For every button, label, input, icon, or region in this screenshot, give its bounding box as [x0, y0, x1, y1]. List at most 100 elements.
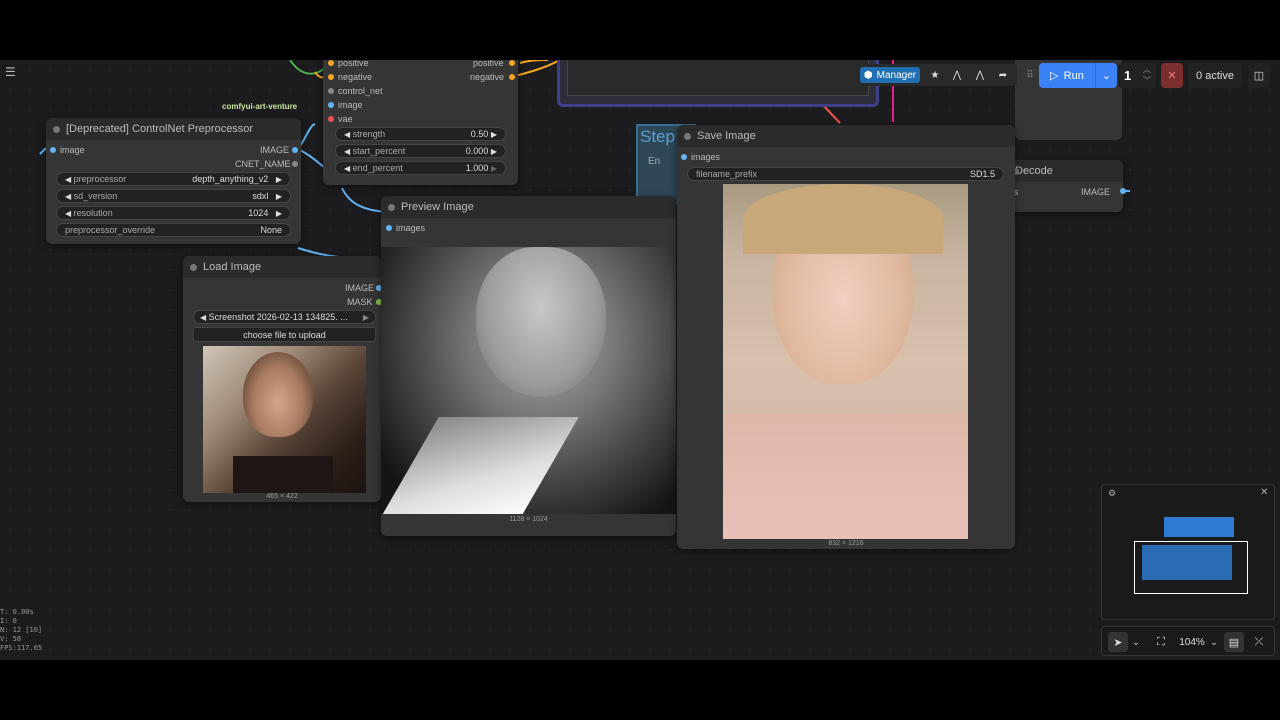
minimap-close-icon[interactable]: ✕ [1260, 487, 1268, 498]
preprocessor-title[interactable]: [Deprecated] ControlNet Preprocessor [46, 118, 301, 140]
decode-title: Decode [1005, 160, 1123, 182]
input-label-control-net: control_net [338, 86, 383, 96]
manager-button[interactable]: ⬢ Manager [860, 67, 920, 83]
input-label-image: image [60, 145, 85, 155]
cancel-run-close-icon[interactable]: ✕ [1161, 63, 1183, 88]
input-label-vae: vae [338, 114, 353, 124]
output-label-negative: negative [470, 72, 505, 82]
decrement-icon[interactable]: ◀ [344, 164, 350, 173]
prev-icon[interactable]: ◀ [65, 175, 71, 184]
apply-controlnet-node[interactable]: positive negative control_net image vae … [323, 60, 518, 185]
chevron-up-icon[interactable]: ︿ [1143, 64, 1151, 75]
next-icon[interactable]: ▶ [363, 313, 369, 322]
node-canvas[interactable]: Step En Decode s IMAGE positive negative… [0, 60, 1280, 660]
load-image-node[interactable]: Load Image IMAGE MASK ◀ Screenshot 2026-… [183, 256, 382, 502]
fit-view-icon[interactable]: ⛶ [1152, 632, 1170, 652]
decrement-icon[interactable]: ◀ [344, 147, 350, 156]
depth-head-shape [476, 247, 606, 397]
chevron-down-icon[interactable]: ﹀ [1143, 75, 1151, 86]
output-socket-cnet-name[interactable] [292, 161, 298, 167]
preview-image-title-text: Preview Image [401, 201, 474, 213]
preview-dimensions: 1128 × 1024 [509, 516, 548, 523]
start-percent-widget[interactable]: ◀ start_percent 0.000 ▶ [335, 144, 506, 158]
puzzle-icon: ⬢ [863, 69, 873, 81]
input-label-image: image [338, 100, 363, 110]
load-image-title[interactable]: Load Image [183, 256, 381, 278]
model-icon[interactable]: ⋀ [949, 67, 965, 83]
start-percent-value: 0.000 [465, 146, 489, 156]
hide-links-icon[interactable]: ⤫ [1250, 632, 1268, 652]
portrait-body-shape [233, 456, 333, 493]
preview-image-title[interactable]: Preview Image [381, 196, 676, 218]
queue-count-value: 1 [1124, 68, 1132, 83]
zoom-level[interactable]: 104% [1172, 632, 1212, 652]
save-image-title[interactable]: Save Image [677, 125, 1015, 147]
input-socket-positive[interactable] [328, 60, 334, 66]
preview-image-node[interactable]: Preview Image images 1128 × 1024 [381, 196, 676, 536]
next-icon[interactable]: ▶ [276, 209, 282, 218]
save-dimensions: 832 × 1216 [828, 540, 864, 547]
star-icon[interactable]: ★ [927, 67, 943, 83]
decrement-icon[interactable]: ◀ [344, 130, 350, 139]
minimap-viewport[interactable] [1134, 541, 1248, 594]
prev-icon[interactable]: ◀ [200, 313, 206, 322]
active-queue-button[interactable]: 0 active [1188, 63, 1242, 88]
run-button[interactable]: ▷ Run [1039, 63, 1095, 88]
input-socket-vae[interactable] [328, 116, 334, 122]
input-socket-image[interactable] [328, 102, 334, 108]
menu-icon[interactable]: ☰ [5, 65, 16, 79]
next-icon[interactable]: ▶ [276, 192, 282, 201]
decode-output-label: IMAGE [1081, 187, 1111, 197]
save-image-node[interactable]: Save Image images filename_prefix SD1.5 8… [677, 125, 1015, 549]
next-icon[interactable]: ▶ [276, 175, 282, 184]
drag-handle-icon[interactable]: ⠿ [1024, 66, 1036, 84]
image-dimensions: 465 × 422 [266, 493, 298, 500]
filename-prefix-widget[interactable]: filename_prefix SD1.5 [687, 167, 1004, 181]
strength-widget[interactable]: ◀ strength 0.50 ▶ [335, 127, 506, 141]
queue-count-stepper[interactable]: 1 ︿ ﹀ [1118, 63, 1156, 88]
override-label: preprocessor_override [65, 225, 156, 235]
toggle-panel-icon[interactable]: ◫ [1248, 63, 1270, 88]
decode-title-text: Decode [1015, 165, 1053, 177]
input-socket-images[interactable] [386, 225, 392, 231]
share-icon[interactable]: ➦ [995, 67, 1011, 83]
minimap-panel[interactable]: ⚙ ✕ [1101, 484, 1275, 620]
input-socket-image[interactable] [50, 147, 56, 153]
nodes-icon[interactable]: ⋀ [972, 67, 988, 83]
increment-icon[interactable]: ▶ [491, 164, 497, 173]
minimap-node [1164, 517, 1234, 537]
canvas-controls-bar: ➤ ⌄ ⛶ 104% ⌄ ▤ ⤫ [1101, 626, 1275, 656]
decode-output-socket[interactable] [1120, 188, 1126, 194]
loaded-image-preview [203, 346, 366, 493]
prev-icon[interactable]: ◀ [65, 209, 71, 218]
minimap-toggle-icon[interactable]: ▤ [1224, 632, 1244, 652]
run-dropdown-chevron-down-icon[interactable]: ⌄ [1095, 63, 1117, 88]
increment-icon[interactable]: ▶ [491, 147, 497, 156]
image-file-selector[interactable]: ◀ Screenshot 2026-02-13 134825. ... ▶ [193, 310, 376, 324]
output-socket-positive[interactable] [509, 60, 515, 66]
resolution-value: 1024 [248, 208, 269, 218]
minimap-settings-icon[interactable]: ⚙ [1108, 488, 1116, 499]
preprocessor-override-widget[interactable]: preprocessor_override None [56, 223, 291, 237]
output-socket-negative[interactable] [509, 74, 515, 80]
stats-time: T: 0.00s [0, 608, 34, 616]
increment-icon[interactable]: ▶ [491, 130, 497, 139]
preprocessor-widget[interactable]: ◀ preprocessor depth_anything_v2 ▶ [56, 172, 291, 186]
output-socket-image[interactable] [292, 147, 298, 153]
upload-button[interactable]: choose file to upload [193, 327, 376, 342]
vae-decode-node[interactable]: Decode s IMAGE [1005, 160, 1126, 212]
input-socket-control-net[interactable] [328, 88, 334, 94]
prev-icon[interactable]: ◀ [65, 192, 71, 201]
saved-image-preview [723, 184, 968, 539]
chevron-down-icon[interactable]: ⌄ [1130, 632, 1142, 652]
override-value: None [260, 225, 282, 235]
input-socket-negative[interactable] [328, 74, 334, 80]
chevron-down-icon[interactable]: ⌄ [1208, 632, 1220, 652]
stats-fps: FPS:117.65 [0, 644, 43, 652]
resolution-widget[interactable]: ◀ resolution 1024 ▶ [56, 206, 291, 220]
select-pointer-icon[interactable]: ➤ [1108, 632, 1128, 652]
end-percent-widget[interactable]: ◀ end_percent 1.000 ▶ [335, 161, 506, 175]
sd-version-widget[interactable]: ◀ sd_version sdxl ▶ [56, 189, 291, 203]
input-socket-images[interactable] [681, 154, 687, 160]
controlnet-preprocessor-node[interactable]: [Deprecated] ControlNet Preprocessor ima… [46, 118, 301, 244]
